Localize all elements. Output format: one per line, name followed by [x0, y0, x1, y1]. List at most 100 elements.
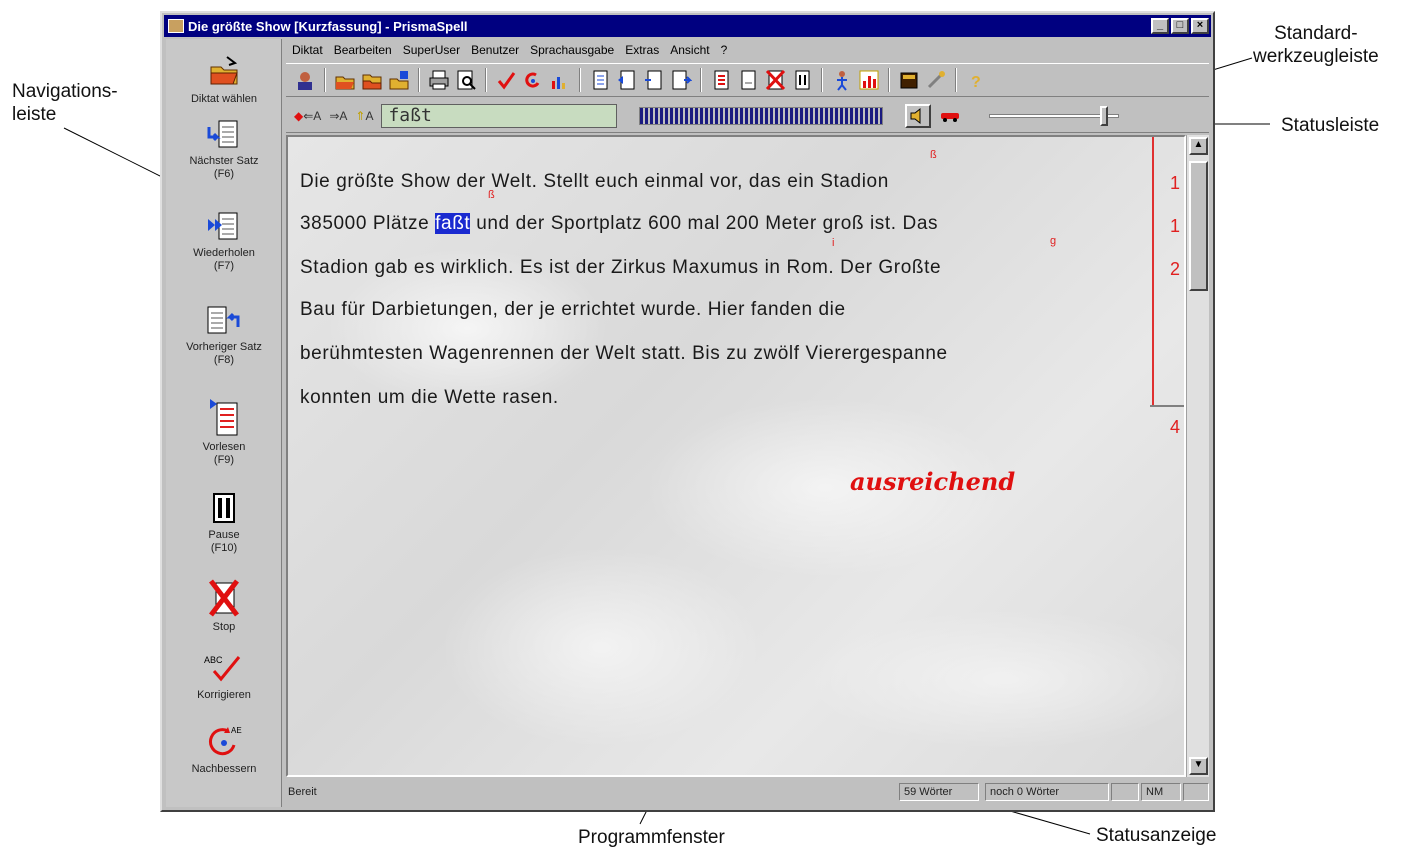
dictation-text-area[interactable]: Die größte Show der Welt. Stellt euch ei…: [286, 135, 1186, 777]
user-icon[interactable]: [294, 69, 316, 91]
doc-last-icon[interactable]: [670, 69, 692, 91]
nav-next-sentence[interactable]: Nächster Satz (F6): [166, 119, 282, 181]
svg-text:?: ?: [971, 74, 981, 91]
mode-indicator: NM: [1141, 783, 1181, 801]
nav-stop[interactable]: Stop: [166, 579, 282, 634]
maximize-button[interactable]: □: [1171, 18, 1189, 34]
menu-bearbeiten[interactable]: Bearbeiten: [334, 43, 392, 57]
nav-label: Korrigieren: [197, 689, 251, 701]
nav-previous-sentence[interactable]: Vorheriger Satz (F8): [166, 305, 282, 367]
vertical-scrollbar[interactable]: ▲ ▼: [1186, 135, 1209, 777]
word-back-button[interactable]: ◆⇐A: [294, 109, 321, 123]
word-forward-button[interactable]: ⇒A: [329, 109, 347, 123]
menu-diktat[interactable]: Diktat: [292, 43, 323, 57]
read-aloud-icon: [210, 399, 238, 436]
correction-mark: ß: [488, 189, 495, 201]
open-folder-icon: [210, 56, 238, 85]
line-error-count: 2: [1170, 259, 1181, 279]
text-line: 385000 Plätze faßt und der Sportplatz 60…: [300, 213, 938, 235]
progress-bar: [639, 106, 884, 125]
nav-read-aloud[interactable]: Vorlesen (F9): [166, 397, 282, 467]
doc-next-icon[interactable]: [643, 69, 665, 91]
current-word-field[interactable]: faßt: [381, 103, 618, 128]
empty-panel: [1111, 783, 1139, 801]
print-preview-icon[interactable]: [455, 69, 477, 91]
statistics-icon[interactable]: [549, 69, 571, 91]
next-sentence-icon: [207, 120, 238, 148]
app-icon: [168, 19, 184, 33]
text-line: konnten um die Wette rasen.: [300, 387, 559, 408]
menu-superuser[interactable]: SuperUser: [403, 43, 460, 57]
scroll-thumb[interactable]: [1189, 161, 1208, 291]
open-icon[interactable]: [334, 69, 356, 91]
text-line: Bau für Darbietungen, der je errichtet w…: [300, 299, 846, 320]
doc-first-icon[interactable]: [589, 69, 611, 91]
toolbar-separator: [324, 68, 326, 92]
word-count: 59 Wörter: [899, 783, 979, 801]
toolbar-separator: [700, 68, 702, 92]
selected-word[interactable]: faßt: [435, 213, 471, 234]
close-button[interactable]: ×: [1191, 18, 1209, 34]
line-error-count: 1: [1170, 216, 1181, 236]
toolbar-separator: [955, 68, 957, 92]
toolbar-separator: [485, 68, 487, 92]
speaker-button[interactable]: [905, 103, 932, 128]
help-icon[interactable]: ?: [965, 69, 987, 91]
nav-choose-dictation[interactable]: Diktat wählen: [166, 55, 282, 106]
save-icon[interactable]: [388, 69, 410, 91]
text-segment: 385000 Plätze: [300, 213, 436, 234]
correction-mark: ß: [930, 149, 937, 161]
nav-label: Vorlesen (F9): [202, 441, 246, 466]
grade-label: ausreichend: [850, 467, 1016, 496]
doc-red-icon[interactable]: [710, 69, 732, 91]
toolbar-separator: [821, 68, 823, 92]
remaining-words: noch 0 Wörter: [985, 783, 1109, 801]
speaker-icon: [910, 107, 921, 124]
menu-extras[interactable]: Extras: [625, 43, 659, 57]
nav-correct[interactable]: ABC Korrigieren: [166, 651, 282, 702]
line-error-count: 1: [1170, 173, 1181, 193]
doc-blank-icon[interactable]: [737, 69, 759, 91]
repeat-icon: [208, 212, 238, 240]
minimize-button[interactable]: _: [1151, 18, 1169, 34]
menu-benutzer[interactable]: Benutzer: [471, 43, 519, 57]
person-icon[interactable]: [831, 69, 853, 91]
open-multiple-icon[interactable]: [361, 69, 383, 91]
improve-icon: AE: [208, 726, 242, 756]
tools-icon[interactable]: [925, 69, 947, 91]
print-icon[interactable]: [428, 69, 450, 91]
doc-pause-icon[interactable]: [791, 69, 813, 91]
nav-label: Nachbessern: [191, 763, 257, 775]
nav-improve[interactable]: AE Nachbessern: [166, 723, 282, 776]
navigation-bar: Diktat wählen Nächster Satz (F6) Wiederh…: [166, 39, 282, 807]
case-toggle-button[interactable]: ⇑A: [355, 109, 373, 123]
toolbar-separator: [888, 68, 890, 92]
correct-icon: ABC: [204, 655, 241, 682]
book-icon[interactable]: [898, 69, 920, 91]
scroll-down-button[interactable]: ▼: [1189, 757, 1208, 775]
stop-icon: [209, 579, 239, 617]
scroll-up-button[interactable]: ▲: [1189, 137, 1208, 155]
menu-help[interactable]: ?: [721, 43, 728, 57]
doc-prev-icon[interactable]: [616, 69, 638, 91]
chart-icon[interactable]: [858, 69, 880, 91]
speed-icon: [941, 112, 960, 122]
doc-delete-icon[interactable]: [764, 69, 786, 91]
menu-sprachausgabe[interactable]: Sprachausgabe: [530, 43, 614, 57]
svg-text:ABC: ABC: [204, 655, 223, 665]
speed-slider[interactable]: [989, 105, 1120, 126]
window-title: Die größte Show [Kurzfassung] - PrismaSp…: [188, 18, 468, 34]
pause-icon: [213, 493, 235, 523]
spellcheck-icon[interactable]: [495, 69, 517, 91]
menu-ansicht[interactable]: Ansicht: [670, 43, 709, 57]
program-window: Die größte Show [Kurzfassung] - PrismaSp…: [160, 11, 1215, 812]
nav-label: Pause (F10): [208, 529, 240, 554]
nav-pause[interactable]: Pause (F10): [166, 491, 282, 555]
resize-grip[interactable]: [1183, 783, 1209, 801]
toolbar-separator: [579, 68, 581, 92]
nav-label: Nächster Satz (F6): [189, 155, 259, 180]
nav-repeat[interactable]: Wiederholen (F7): [166, 211, 282, 273]
status-display: Bereit 59 Wörter noch 0 Wörter NM: [286, 781, 1209, 803]
slider-thumb[interactable]: [1100, 105, 1109, 126]
refresh-icon[interactable]: [522, 69, 544, 91]
